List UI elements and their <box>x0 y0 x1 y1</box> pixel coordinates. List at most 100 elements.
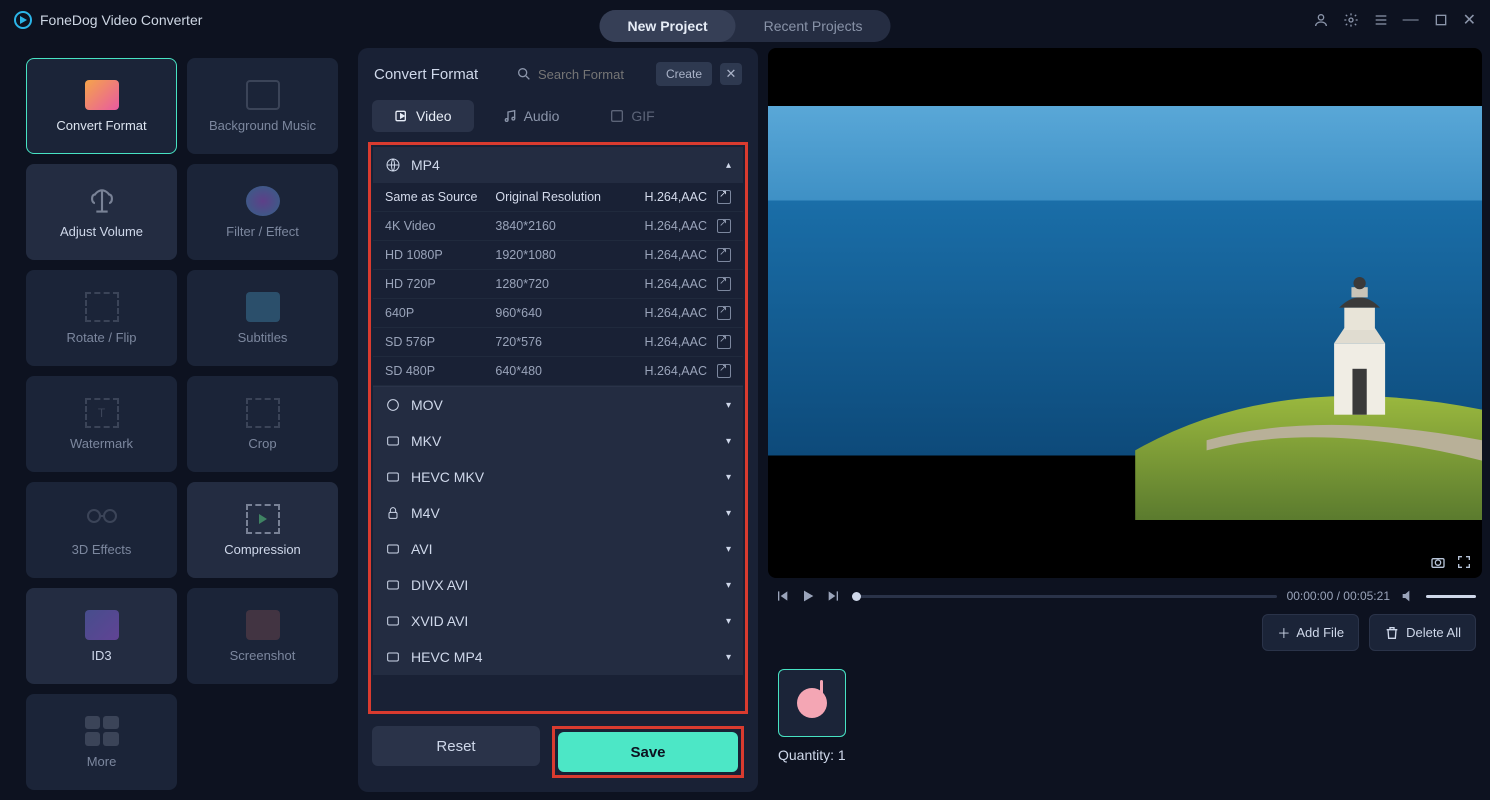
tool-crop[interactable]: Crop <box>187 376 338 472</box>
maximize-icon[interactable] <box>1433 12 1449 28</box>
film-icon <box>385 649 401 665</box>
film-icon <box>385 541 401 557</box>
volume-icon[interactable] <box>1400 588 1416 604</box>
tool-label: Crop <box>248 436 276 451</box>
skip-forward-icon[interactable] <box>826 588 842 604</box>
menu-icon[interactable] <box>1373 12 1389 28</box>
format-row[interactable]: 640P960*640H.264,AAC <box>373 299 743 328</box>
crop-icon <box>246 398 280 428</box>
panel-close-icon[interactable]: ✕ <box>720 63 742 85</box>
format-row[interactable]: HD 720P1280*720H.264,AAC <box>373 270 743 299</box>
format-group-xvid-avi[interactable]: XVID AVI▾ <box>373 603 743 639</box>
rotate-icon <box>85 292 119 322</box>
edit-icon[interactable] <box>717 277 731 291</box>
tool-label: Filter / Effect <box>226 224 299 239</box>
format-group-m4v[interactable]: M4V▾ <box>373 495 743 531</box>
chevron-down-icon: ▾ <box>726 652 731 663</box>
edit-icon[interactable] <box>717 335 731 349</box>
camera-icon[interactable] <box>1430 554 1446 570</box>
play-icon[interactable] <box>800 588 816 604</box>
app-title: FoneDog Video Converter <box>40 12 202 28</box>
app-logo-icon <box>14 11 32 29</box>
tool-rotate-flip[interactable]: Rotate / Flip <box>26 270 177 366</box>
tool-label: Compression <box>224 542 301 557</box>
search-input[interactable] <box>538 67 648 82</box>
id3-icon <box>85 610 119 640</box>
account-icon[interactable] <box>1313 12 1329 28</box>
queue-item[interactable] <box>778 669 846 737</box>
seek-slider[interactable] <box>852 595 1277 598</box>
format-group-mp4[interactable]: MP4 ▴ <box>373 147 743 183</box>
format-row-header[interactable]: Same as Source Original Resolution H.264… <box>373 183 743 212</box>
close-icon[interactable]: ✕ <box>1463 10 1476 30</box>
format-group-hevc-mp4[interactable]: HEVC MP4▾ <box>373 639 743 675</box>
tool-label: ID3 <box>91 648 111 663</box>
film-icon <box>385 613 401 629</box>
create-button[interactable]: Create <box>656 62 712 86</box>
apple-icon <box>385 397 401 413</box>
tool-id3[interactable]: ID3 <box>26 588 177 684</box>
settings-icon[interactable] <box>1343 12 1359 28</box>
video-icon <box>394 108 410 124</box>
tab-recent-projects[interactable]: Recent Projects <box>736 10 891 42</box>
film-icon <box>385 577 401 593</box>
glasses-icon <box>85 504 119 534</box>
tool-convert-format[interactable]: Convert Format <box>26 58 177 154</box>
quantity-label: Quantity: 1 <box>778 747 1472 763</box>
convert-icon <box>85 80 119 110</box>
tool-3d-effects[interactable]: 3D Effects <box>26 482 177 578</box>
tool-subtitles[interactable]: Subtitles <box>187 270 338 366</box>
watermark-icon: T <box>85 398 119 428</box>
subtitles-icon <box>246 292 280 322</box>
tool-label: 3D Effects <box>72 542 132 557</box>
tool-watermark[interactable]: T Watermark <box>26 376 177 472</box>
edit-icon[interactable] <box>717 248 731 262</box>
lock-icon <box>385 505 401 521</box>
tool-label: Adjust Volume <box>60 224 143 239</box>
delete-all-button[interactable]: Delete All <box>1369 614 1476 651</box>
edit-icon[interactable] <box>717 190 731 204</box>
format-tab-video[interactable]: Video <box>372 100 474 132</box>
tool-more[interactable]: More <box>26 694 177 790</box>
volume-slider[interactable] <box>1426 595 1476 598</box>
edit-icon[interactable] <box>717 219 731 233</box>
minimize-icon[interactable]: — <box>1403 11 1419 29</box>
format-group-divx-avi[interactable]: DIVX AVI▾ <box>373 567 743 603</box>
tool-compression[interactable]: Compression <box>187 482 338 578</box>
tool-label: Convert Format <box>56 118 146 133</box>
add-file-button[interactable]: ＋ Add File <box>1262 614 1359 651</box>
tool-screenshot[interactable]: Screenshot <box>187 588 338 684</box>
tool-filter-effect[interactable]: Filter / Effect <box>187 164 338 260</box>
chevron-up-icon: ▴ <box>726 160 731 171</box>
trash-icon <box>1384 625 1400 641</box>
panel-title: Convert Format <box>374 66 508 83</box>
chevron-down-icon: ▾ <box>726 544 731 555</box>
format-group-avi[interactable]: AVI▾ <box>373 531 743 567</box>
tool-adjust-volume[interactable]: Adjust Volume <box>26 164 177 260</box>
edit-icon[interactable] <box>717 364 731 378</box>
screenshot-icon <box>246 610 280 640</box>
fullscreen-icon[interactable] <box>1456 554 1472 570</box>
skip-back-icon[interactable] <box>774 588 790 604</box>
format-row[interactable]: SD 480P640*480H.264,AAC <box>373 357 743 386</box>
edit-icon[interactable] <box>717 306 731 320</box>
film-icon <box>385 469 401 485</box>
format-tab-gif[interactable]: GIF <box>587 100 676 132</box>
format-group-mkv[interactable]: MKV▾ <box>373 423 743 459</box>
format-group-hevc-mkv[interactable]: HEVC MKV▾ <box>373 459 743 495</box>
tab-new-project[interactable]: New Project <box>600 10 736 42</box>
format-row[interactable]: 4K Video3840*2160H.264,AAC <box>373 212 743 241</box>
save-button[interactable]: Save <box>558 732 738 772</box>
format-row[interactable]: SD 576P720*576H.264,AAC <box>373 328 743 357</box>
tool-label: More <box>87 754 117 769</box>
format-row[interactable]: HD 1080P1920*1080H.264,AAC <box>373 241 743 270</box>
chevron-down-icon: ▾ <box>726 580 731 591</box>
reset-button[interactable]: Reset <box>372 726 540 766</box>
tool-background-music[interactable]: Background Music <box>187 58 338 154</box>
format-tab-audio[interactable]: Audio <box>480 100 582 132</box>
tool-label: Rotate / Flip <box>66 330 136 345</box>
audio-icon <box>502 108 518 124</box>
format-group-mov[interactable]: MOV▾ <box>373 387 743 423</box>
chevron-down-icon: ▾ <box>726 400 731 411</box>
video-preview[interactable] <box>768 48 1482 578</box>
